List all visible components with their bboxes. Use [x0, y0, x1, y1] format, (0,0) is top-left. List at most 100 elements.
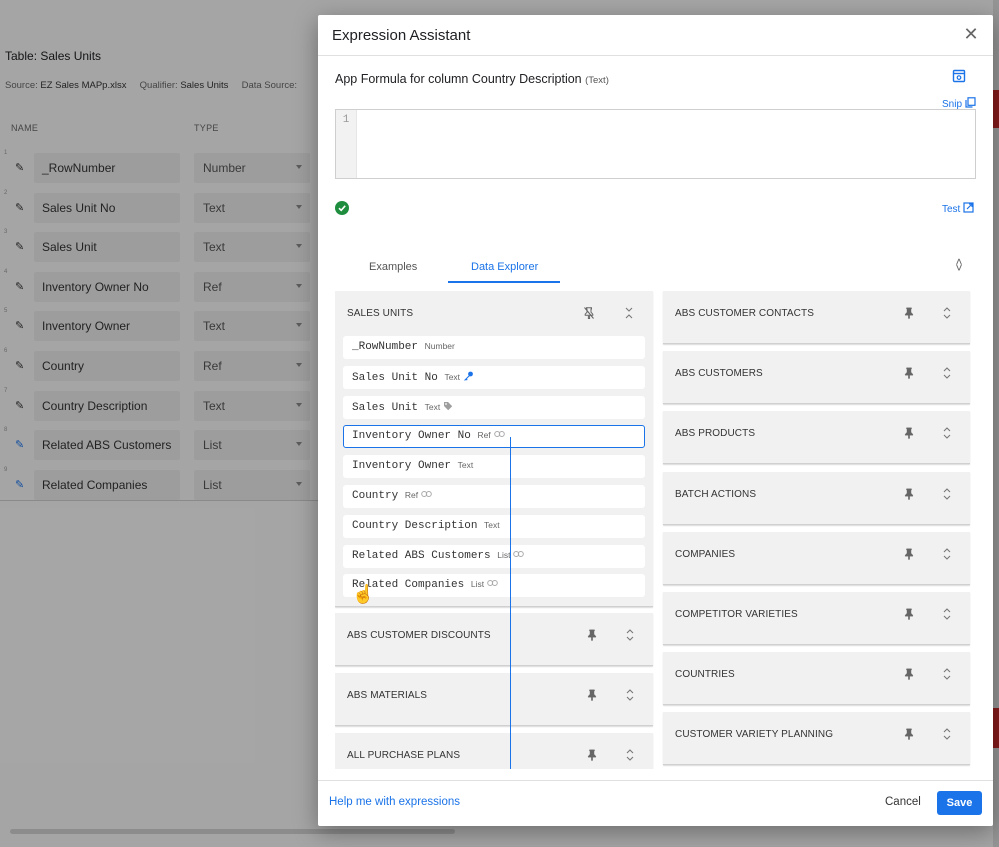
column-item-name: Sales Unit	[352, 401, 419, 414]
table-card[interactable]: ABS PRODUCTS	[663, 411, 970, 465]
column-item[interactable]: Inventory Owner Text	[343, 455, 645, 479]
pin-icon[interactable]	[904, 307, 914, 319]
column-item-name: Country Description	[352, 519, 478, 532]
pin-icon[interactable]	[904, 548, 914, 560]
column-item-type: Text	[444, 371, 461, 382]
pin-icon[interactable]	[587, 629, 597, 641]
link-icon	[484, 579, 498, 591]
column-item-type: Number	[424, 341, 455, 351]
table-card-title: ABS CUSTOMERS	[675, 368, 763, 380]
expand-icon[interactable]	[625, 748, 635, 762]
column-item-type: Ref	[404, 490, 419, 500]
column-item[interactable]: _RowNumber Number	[343, 336, 645, 359]
pin-icon[interactable]	[904, 427, 914, 440]
data-explorer-panel: CUSTOMER VARIETY PLANNING COUNTRIES COMPET…	[335, 291, 983, 769]
table-card-title: SALES UNITS	[347, 308, 414, 319]
expand-icon[interactable]	[942, 487, 952, 501]
test-link[interactable]: Test	[942, 202, 974, 215]
active-tab-indicator	[448, 281, 560, 283]
table-card-title: COMPANIES	[675, 548, 736, 560]
dialog-title: Expression Assistant	[332, 27, 471, 44]
column-item-name: Inventory Owner	[352, 460, 452, 473]
table-card[interactable]: ABS CUSTOMERS	[663, 351, 970, 405]
column-item[interactable]: Related ABS Customers List	[343, 544, 645, 568]
column-item[interactable]: Related Companies List	[343, 574, 645, 598]
tab-examples[interactable]: Examples	[369, 261, 417, 273]
copy-icon	[965, 97, 976, 108]
table-card-title: ABS CUSTOMER DISCOUNTS	[347, 630, 491, 641]
expand-icon[interactable]	[942, 727, 952, 741]
tab-data-explorer[interactable]: Data Explorer	[471, 261, 538, 273]
column-item[interactable]: Inventory Owner No Ref	[343, 425, 645, 449]
open-external-icon	[963, 202, 974, 213]
column-item-type: Text	[484, 519, 500, 530]
pin-icon[interactable]	[904, 668, 914, 680]
link-icon	[418, 490, 432, 502]
check-circle-icon	[335, 201, 349, 215]
column-item-type: Text	[457, 460, 474, 471]
preview-icon[interactable]	[952, 69, 966, 83]
formula-label: App Formula for column Country Descripti…	[335, 72, 609, 86]
table-card-title: COUNTRIES	[675, 669, 735, 681]
table-card[interactable]: ABS CUSTOMER DISCOUNTS	[335, 613, 653, 666]
table-card[interactable]: SALES UNITS _RowNumber Number Sales Unit N…	[335, 291, 653, 607]
table-card-title: COMPETITOR VARIETIES	[675, 609, 798, 620]
table-card[interactable]: COMPANIES	[663, 531, 970, 585]
expand-icon[interactable]	[942, 426, 952, 440]
expand-icon[interactable]	[942, 607, 952, 621]
pin-icon[interactable]	[904, 367, 914, 379]
collapse-all-icon[interactable]: ˄ ˅	[952, 256, 966, 274]
pin-icon[interactable]	[904, 728, 914, 741]
table-card[interactable]: ABS CUSTOMER CONTACTS	[663, 291, 970, 344]
link-icon	[491, 430, 505, 442]
table-card[interactable]: COUNTRIES	[663, 652, 970, 706]
column-item[interactable]: Country Description Text	[343, 514, 645, 538]
cancel-button[interactable]: Cancel	[885, 796, 921, 808]
column-item[interactable]: Sales Unit Text	[343, 395, 645, 419]
pin-icon[interactable]	[587, 689, 597, 701]
column-item-name: Sales Unit No	[352, 371, 438, 384]
key-icon	[460, 371, 474, 384]
column-item-name: Related ABS Customers	[352, 549, 491, 562]
column-item-type: Text	[424, 401, 441, 412]
unpin-icon[interactable]	[584, 307, 594, 319]
divider	[318, 55, 993, 56]
table-card-title: ALL PURCHASE PLANS	[347, 750, 461, 761]
table-card[interactable]: ALL PURCHASE PLANS	[335, 733, 653, 769]
divider	[318, 780, 993, 781]
expand-icon[interactable]	[942, 306, 952, 320]
save-button[interactable]: Save	[937, 791, 982, 815]
expand-icon[interactable]	[942, 547, 952, 561]
column-item[interactable]: Sales Unit No Text	[343, 365, 645, 389]
expression-assistant-dialog: Expression Assistant ✕ App Formula for c…	[318, 15, 993, 826]
pin-icon[interactable]	[587, 749, 597, 761]
table-card[interactable]: CUSTOMER VARIETY PLANNING	[663, 712, 970, 766]
help-link[interactable]: Help me with expressions	[329, 796, 460, 808]
tag-icon	[440, 401, 453, 414]
table-card-title: BATCH ACTIONS	[675, 488, 757, 500]
table-card[interactable]: BATCH ACTIONS	[663, 471, 970, 525]
expand-icon[interactable]	[625, 628, 635, 642]
hand-cursor-icon: ☝	[352, 584, 375, 604]
column-item[interactable]: Country Ref	[343, 485, 645, 508]
column-item-type: List	[497, 549, 511, 560]
expand-icon[interactable]	[942, 667, 952, 681]
table-card[interactable]: COMPETITOR VARIETIES	[663, 592, 970, 645]
column-item-type: Ref	[477, 430, 491, 441]
expand-icon[interactable]	[942, 366, 952, 380]
expand-icon[interactable]	[625, 688, 635, 702]
column-item-name: Inventory Owner No	[352, 430, 471, 443]
formula-editor[interactable]: 1	[335, 109, 976, 179]
pin-icon[interactable]	[904, 608, 914, 620]
pin-icon[interactable]	[904, 488, 914, 500]
table-card[interactable]: ABS MATERIALS	[335, 673, 653, 726]
link-icon	[510, 550, 525, 562]
table-card-title: ABS PRODUCTS	[675, 428, 756, 440]
table-card-title: CUSTOMER VARIETY PLANNING	[675, 729, 834, 741]
close-icon[interactable]: ✕	[961, 24, 981, 45]
drag-guide-line	[510, 437, 511, 769]
collapse-icon[interactable]	[624, 306, 634, 320]
table-card-title: ABS MATERIALS	[347, 690, 428, 701]
table-card-title: ABS CUSTOMER CONTACTS	[675, 308, 814, 319]
column-item-name: Country	[352, 490, 399, 502]
